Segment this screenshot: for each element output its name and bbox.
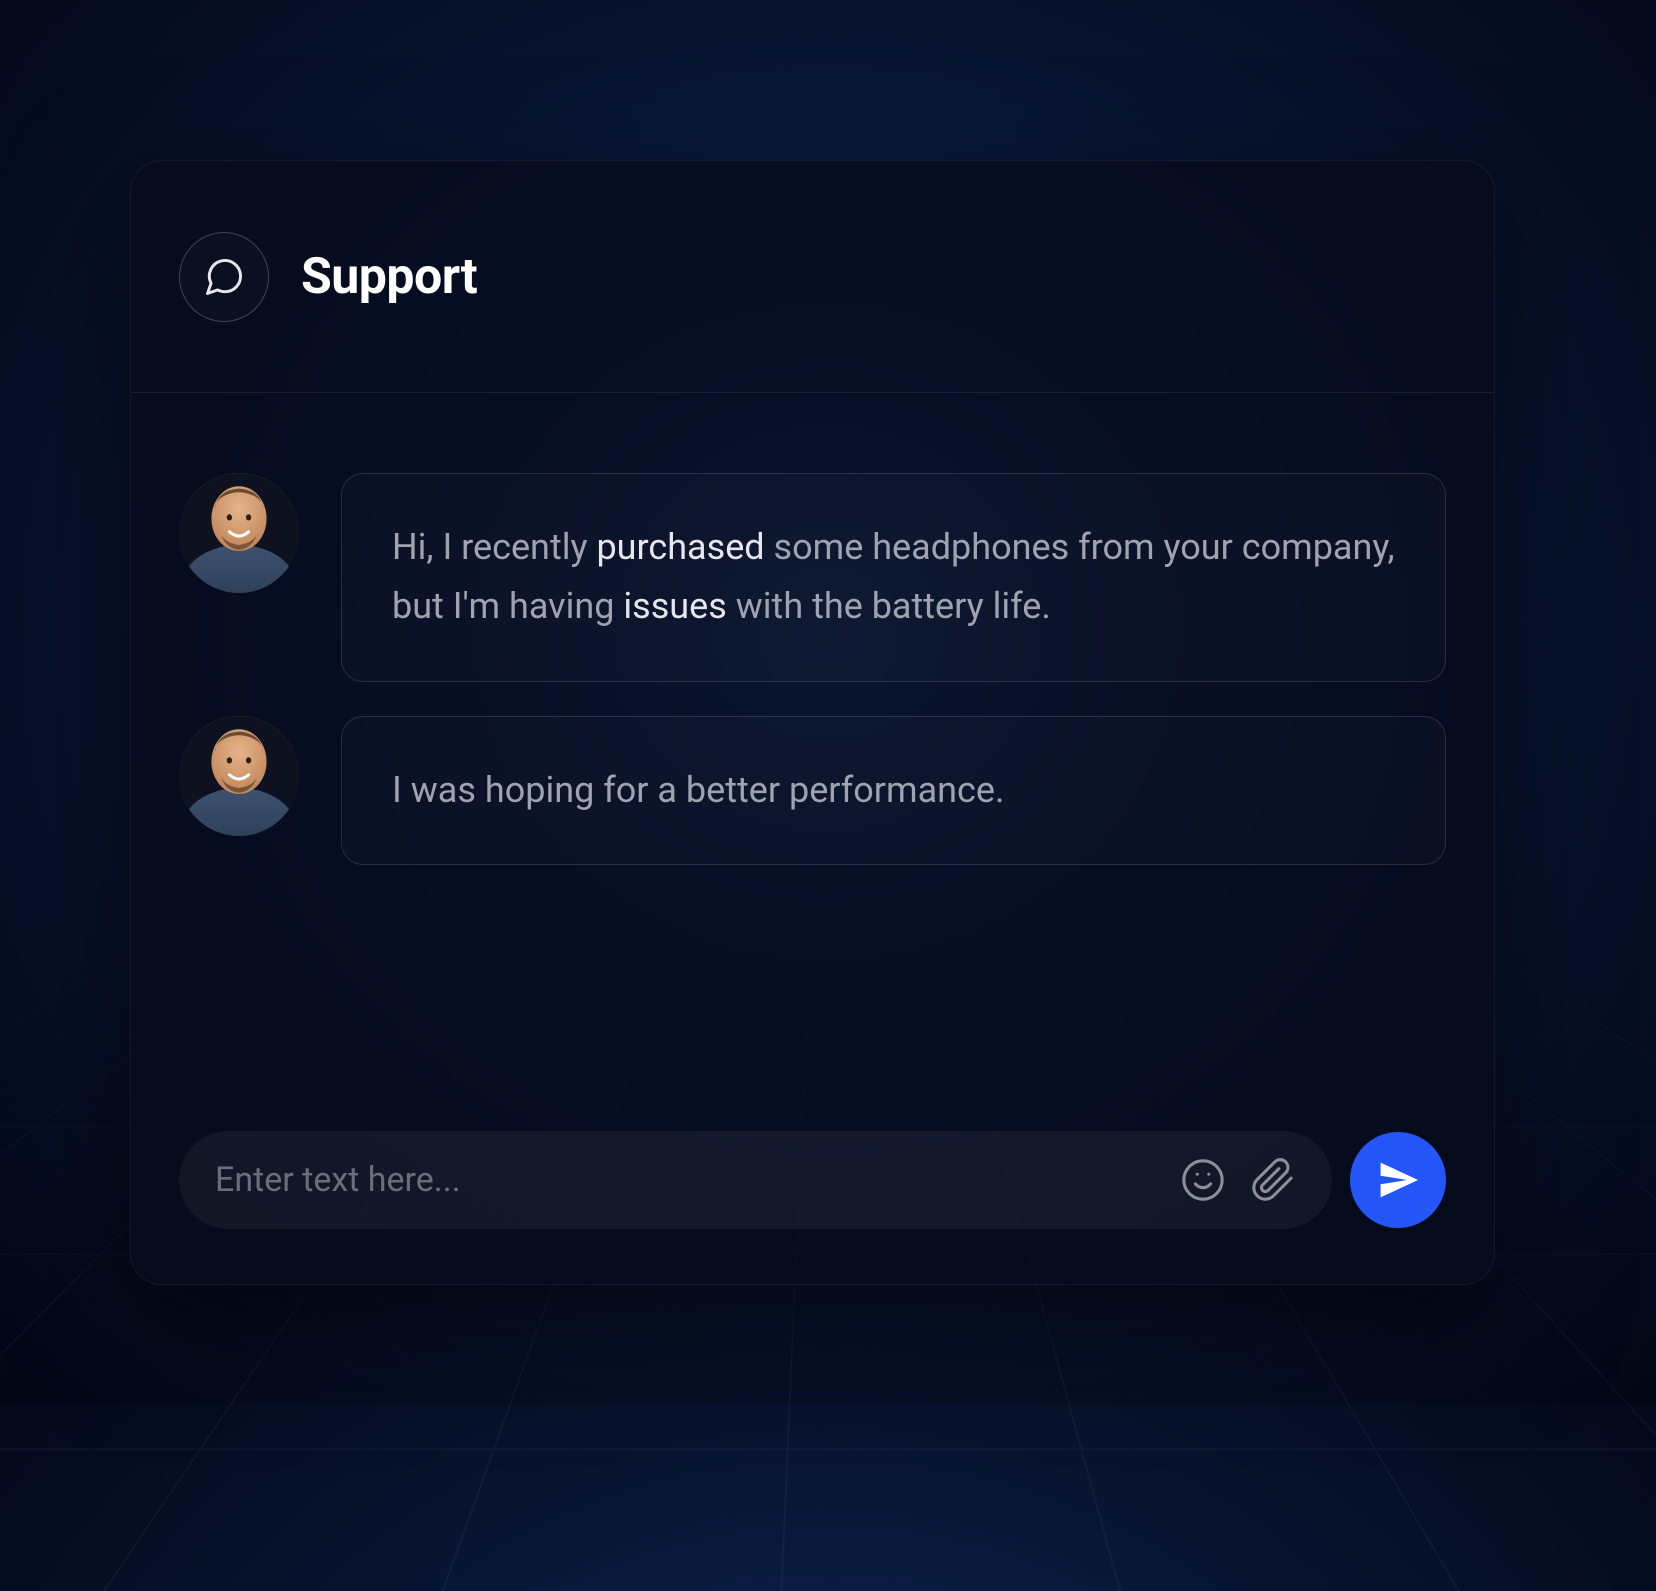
smile-icon[interactable] <box>1180 1157 1226 1203</box>
message-row: Hi, I recently purchased some headphones… <box>179 473 1446 682</box>
chat-body: Hi, I recently purchased some headphones… <box>131 393 1494 1111</box>
message-text-highlight: purchased <box>596 526 764 568</box>
message-bubble: I was hoping for a better performance. <box>341 716 1446 865</box>
send-button[interactable] <box>1350 1132 1446 1228</box>
message-input-container <box>179 1131 1332 1229</box>
paperclip-icon[interactable] <box>1250 1157 1296 1203</box>
message-text: with the battery life. <box>727 585 1051 627</box>
user-avatar <box>179 716 299 836</box>
chat-header: Support <box>131 161 1494 393</box>
chat-input-row <box>131 1111 1494 1284</box>
chat-title: Support <box>301 248 477 306</box>
support-chat-window: Support <box>130 160 1495 1285</box>
message-text-highlight: issues <box>623 585 726 627</box>
message-bubble: Hi, I recently purchased some headphones… <box>341 473 1446 682</box>
user-avatar <box>179 473 299 593</box>
message-text: Hi, I recently <box>392 526 596 568</box>
message-input[interactable] <box>215 1160 1156 1200</box>
chat-bubble-icon <box>179 232 269 322</box>
message-row: I was hoping for a better performance. <box>179 716 1446 865</box>
message-text: I was hoping for a better performance. <box>392 769 1004 811</box>
